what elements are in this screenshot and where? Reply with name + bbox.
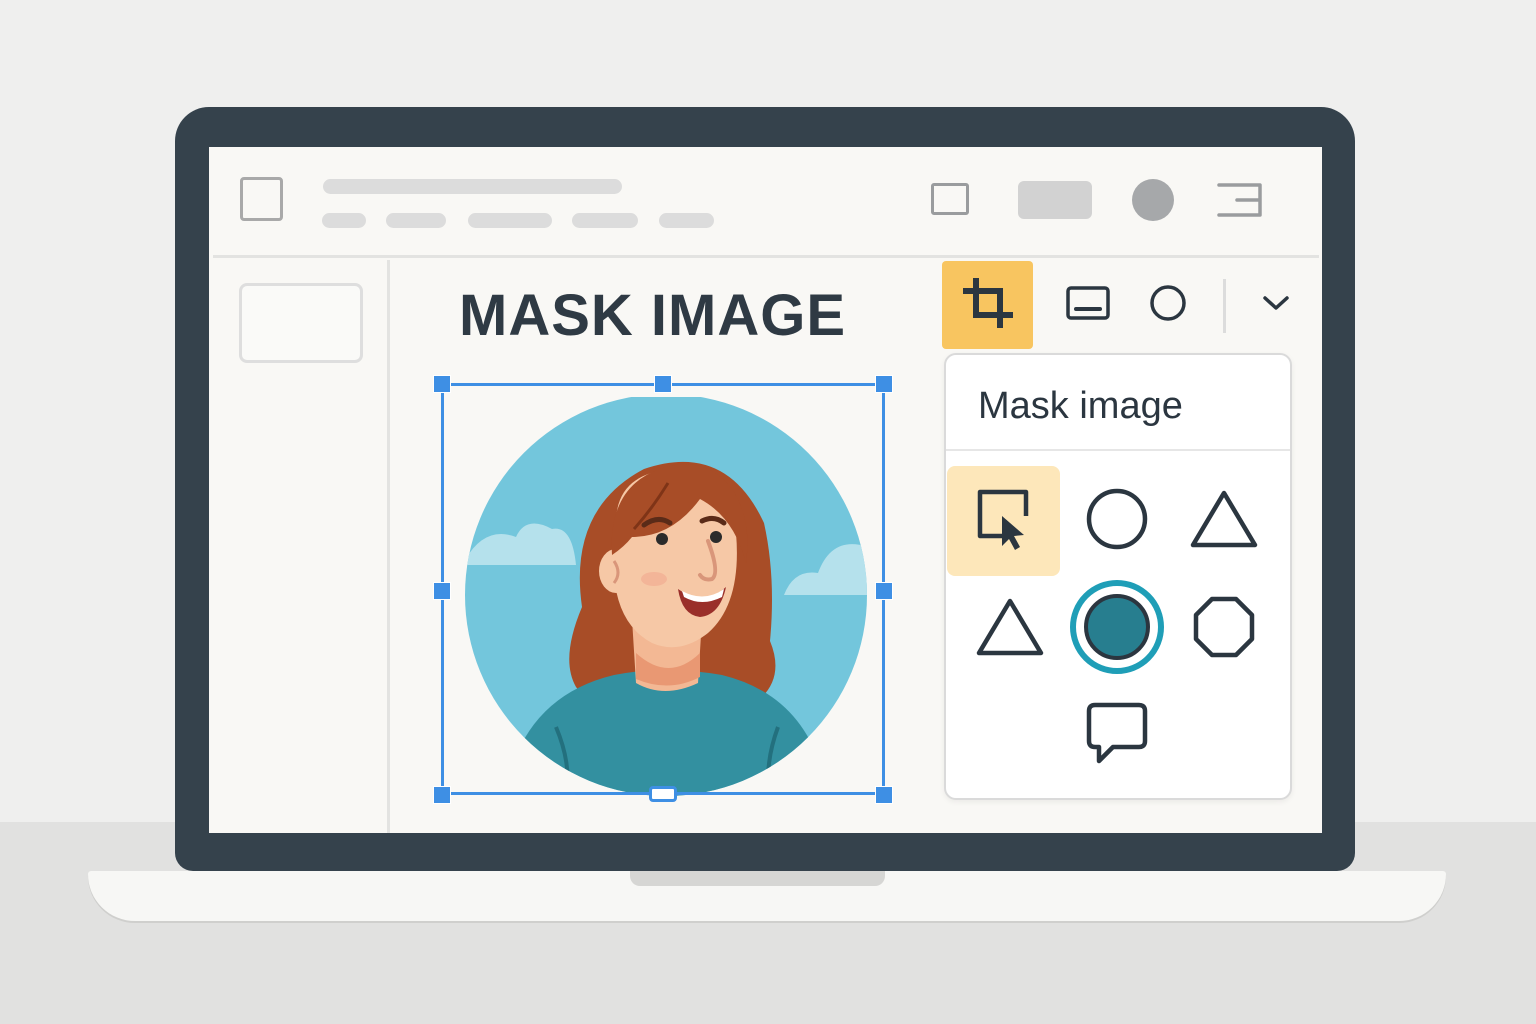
slide-title[interactable]: MASK IMAGE bbox=[459, 281, 846, 351]
resize-handle-right[interactable] bbox=[875, 582, 893, 600]
present-icon[interactable] bbox=[931, 183, 969, 215]
shape-option-octagon[interactable] bbox=[1168, 574, 1280, 684]
sidebar-divider bbox=[387, 260, 390, 833]
crop-button[interactable] bbox=[942, 261, 1033, 349]
circle-shape-icon bbox=[1084, 486, 1150, 557]
octagon-shape-icon bbox=[1192, 595, 1256, 664]
resize-handle-bottom-right[interactable] bbox=[875, 786, 893, 804]
menu-item-placeholder[interactable] bbox=[322, 213, 366, 228]
resize-handle-bottom[interactable] bbox=[649, 786, 677, 802]
avatar[interactable] bbox=[1132, 179, 1174, 221]
document-title-placeholder bbox=[323, 179, 622, 194]
toolbar-separator bbox=[1223, 279, 1226, 333]
resize-handle-top[interactable] bbox=[654, 375, 672, 393]
triangle-shape-icon bbox=[975, 596, 1045, 663]
triangle-shape-icon bbox=[1189, 488, 1259, 555]
chevron-down-icon bbox=[1261, 293, 1291, 318]
crop-icon bbox=[960, 275, 1016, 336]
menu-item-placeholder[interactable] bbox=[659, 213, 714, 228]
shape-option-filled-circle[interactable] bbox=[1061, 574, 1173, 684]
circle-mask-button[interactable] bbox=[1123, 261, 1213, 349]
menu-item-placeholder[interactable] bbox=[572, 213, 638, 228]
menu-item-placeholder[interactable] bbox=[386, 213, 446, 228]
resize-handle-left[interactable] bbox=[433, 582, 451, 600]
circle-icon bbox=[1148, 283, 1188, 328]
square-cursor-icon bbox=[974, 486, 1034, 557]
speech-bubble-shape-icon bbox=[1085, 701, 1149, 772]
frame-icon bbox=[1065, 285, 1111, 326]
image-selection-frame[interactable] bbox=[441, 383, 885, 795]
shape-option-speech-bubble[interactable] bbox=[1061, 681, 1173, 791]
menu-icon[interactable] bbox=[1215, 182, 1265, 218]
app-window: MASK IMAGE Mask image bbox=[209, 147, 1322, 833]
shape-option-triangle[interactable] bbox=[1168, 466, 1280, 576]
shape-option-circle[interactable] bbox=[1061, 466, 1173, 576]
laptop-notch bbox=[630, 871, 885, 886]
panel-divider bbox=[946, 449, 1290, 451]
mask-image-panel: Mask image bbox=[944, 353, 1292, 800]
resize-handle-top-left[interactable] bbox=[433, 375, 451, 393]
shape-option-triangle-2[interactable] bbox=[954, 574, 1066, 684]
shape-option-rectangle[interactable] bbox=[947, 466, 1060, 576]
header-divider bbox=[213, 255, 1319, 258]
share-button[interactable] bbox=[1018, 181, 1092, 219]
mask-panel-title: Mask image bbox=[978, 385, 1183, 427]
more-options-button[interactable] bbox=[1231, 261, 1321, 349]
slide-thumbnail[interactable] bbox=[239, 283, 363, 363]
resize-handle-top-right[interactable] bbox=[875, 375, 893, 393]
menu-item-placeholder[interactable] bbox=[468, 213, 552, 228]
filled-circle-shape-icon bbox=[1068, 578, 1166, 681]
resize-handle-bottom-left[interactable] bbox=[433, 786, 451, 804]
frame-button[interactable] bbox=[1043, 261, 1133, 349]
app-logo-icon[interactable] bbox=[240, 177, 283, 221]
